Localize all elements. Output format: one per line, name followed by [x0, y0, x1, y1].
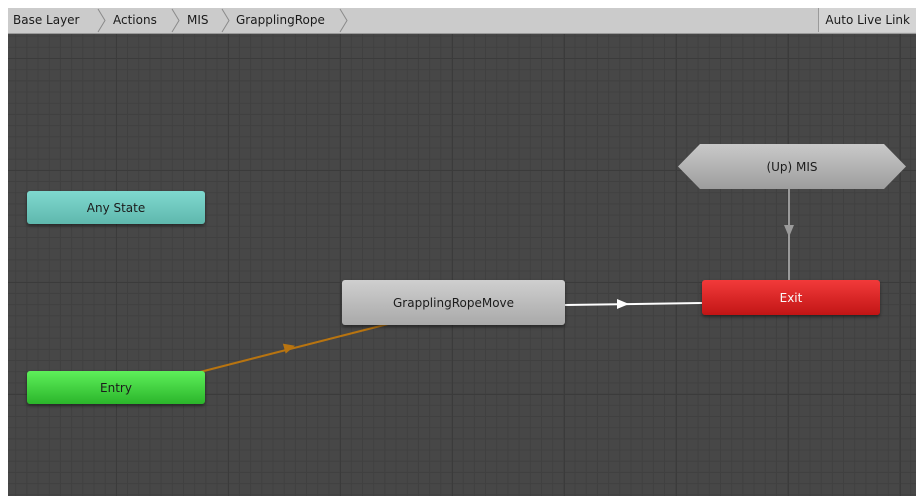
transition-grapplingropemove-to-exit[interactable] [564, 299, 703, 309]
chevron-right-icon [171, 8, 180, 33]
breadcrumb-actions[interactable]: Actions [113, 8, 157, 33]
chevron-right-icon [221, 8, 230, 33]
entry-node[interactable]: Entry [27, 371, 205, 404]
arrow-head-icon [784, 225, 794, 237]
exit-node[interactable]: Exit [702, 280, 880, 315]
animator-window: Base Layer Actions MIS GrapplingRope Aut… [8, 8, 916, 496]
auto-live-link-toggle[interactable]: Auto Live Link [818, 8, 916, 32]
breadcrumb-base-layer[interactable]: Base Layer [13, 8, 80, 33]
grapplingropemove-state-node[interactable]: GrapplingRopeMove [342, 280, 565, 325]
transition-upmis-to-exit[interactable] [784, 189, 794, 280]
up-mis-state-machine-node[interactable]: (Up) MIS [678, 144, 906, 189]
transitions-layer [199, 189, 794, 373]
chevron-right-icon [97, 8, 106, 33]
state-machine-graph[interactable]: Any State Entry GrapplingRopeMove Exit (… [8, 34, 916, 496]
chevron-right-icon [339, 8, 348, 33]
breadcrumb-toolbar: Base Layer Actions MIS GrapplingRope Aut… [8, 8, 916, 34]
any-state-node[interactable]: Any State [27, 191, 205, 224]
breadcrumb-grapplingrope[interactable]: GrapplingRope [236, 8, 325, 33]
breadcrumb-mis[interactable]: MIS [187, 8, 209, 33]
arrow-head-icon [617, 299, 629, 309]
transition-entry-to-grapplingropemove[interactable] [199, 323, 389, 373]
